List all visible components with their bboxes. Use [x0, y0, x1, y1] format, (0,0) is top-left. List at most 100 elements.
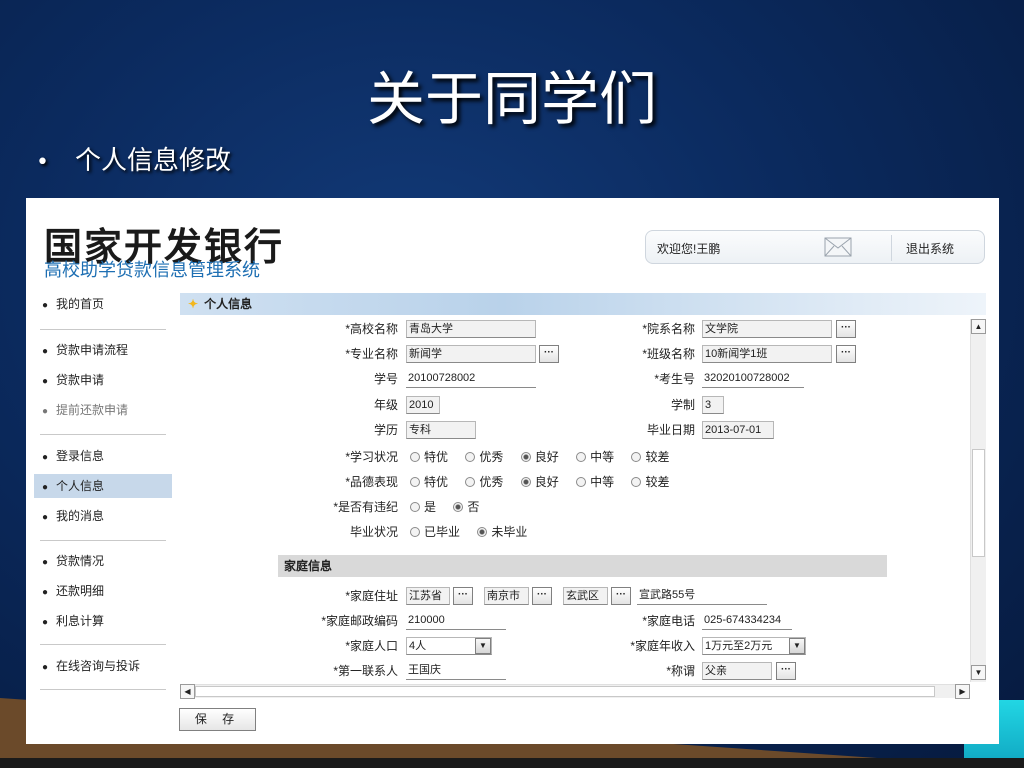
postcode-field[interactable]: 210000	[406, 612, 506, 630]
sidebar-item-label: 贷款情况	[56, 554, 105, 568]
sidebar-item-loan-process[interactable]: ● 贷款申请流程	[34, 338, 172, 362]
user-bar: 欢迎您!王鹏 退出系统	[645, 230, 985, 264]
logout-link[interactable]: 退出系统	[906, 240, 954, 257]
school-field[interactable]: 青岛大学	[406, 320, 536, 338]
scroll-thumb[interactable]	[972, 449, 985, 557]
sidebar-item-repay-detail[interactable]: ● 还款明细	[34, 579, 172, 603]
income-label: *家庭年收入	[630, 639, 695, 653]
study-status-radio-1[interactable]: 特优	[410, 448, 448, 466]
sidebar-item-personal-info[interactable]: ● 个人信息	[34, 474, 172, 498]
province-field[interactable]: 江苏省	[406, 587, 450, 605]
conduct-radio-2[interactable]: 优秀	[465, 473, 503, 491]
grad-date-label: 毕业日期	[646, 423, 695, 437]
conduct-radio-5[interactable]: 较差	[631, 473, 669, 491]
bullet-icon: ●	[42, 512, 49, 523]
major-field[interactable]: 新闻学	[406, 345, 536, 363]
personal-info-form: *高校名称 青岛大学 *院系名称 文学院 ··· *专业名称 新闻学 ··· *…	[180, 315, 972, 682]
sidebar-item-label: 个人信息	[56, 479, 105, 493]
major-select-button[interactable]: ···	[539, 345, 559, 363]
relation-select-button[interactable]: ···	[776, 662, 796, 680]
sidebar-item-label: 提前还款申请	[56, 403, 129, 417]
dept-label: *院系名称	[642, 322, 695, 336]
violation-radio-no[interactable]: 否	[453, 498, 479, 516]
class-select-button[interactable]: ···	[836, 345, 856, 363]
bullet-icon: ●	[42, 452, 49, 463]
grad-date-field[interactable]: 2013-07-01	[702, 421, 774, 439]
sidebar-item-label: 在线咨询与投诉	[56, 659, 141, 673]
radio-icon	[465, 452, 476, 462]
education-field[interactable]: 专科	[406, 421, 476, 439]
grade-field[interactable]: 2010	[406, 396, 440, 414]
class-field[interactable]: 10新闻学1班	[702, 345, 832, 363]
bullet-icon: ●	[42, 617, 49, 628]
welcome-text: 欢迎您!王鹏	[657, 242, 721, 256]
sidebar-item-interest-calc[interactable]: ● 利息计算	[34, 609, 172, 633]
chevron-down-icon[interactable]: ▼	[475, 638, 491, 654]
envelope-icon[interactable]	[824, 237, 852, 257]
horizontal-scrollbar[interactable]: ◀ ▶	[180, 684, 970, 699]
grad-radio-not-graduated[interactable]: 未毕业	[477, 523, 527, 541]
sidebar-item-label: 我的首页	[56, 297, 105, 311]
radio-icon	[410, 452, 420, 462]
conduct-radio-1[interactable]: 特优	[410, 473, 448, 491]
violation-label: *是否有违纪	[333, 500, 398, 514]
contact-field[interactable]: 王国庆	[406, 662, 506, 680]
violation-radio-yes[interactable]: 是	[410, 498, 436, 516]
radio-icon	[453, 502, 464, 512]
province-select-button[interactable]: ···	[453, 587, 473, 605]
student-no-label: 学号	[373, 372, 398, 386]
scroll-up-icon[interactable]: ▲	[971, 319, 986, 334]
class-label: *班级名称	[642, 347, 695, 361]
scroll-down-icon[interactable]: ▼	[971, 665, 986, 680]
radio-icon	[576, 477, 587, 487]
radio-icon	[576, 452, 587, 462]
star-icon: ✦	[188, 297, 199, 311]
duration-label: 学制	[670, 398, 695, 412]
save-button[interactable]: 保 存	[179, 708, 256, 731]
chevron-down-icon[interactable]: ▼	[789, 638, 805, 654]
study-status-radio-4[interactable]: 中等	[576, 448, 614, 466]
system-name: 高校助学贷款信息管理系统	[44, 260, 260, 281]
city-field[interactable]: 南京市	[484, 587, 529, 605]
sidebar-item-consult[interactable]: ● 在线咨询与投诉	[34, 654, 172, 678]
student-no-field[interactable]: 20100728002	[406, 370, 536, 388]
conduct-radio-4[interactable]: 中等	[576, 473, 614, 491]
sidebar-item-early-repay[interactable]: ● 提前还款申请	[34, 398, 172, 422]
relation-field[interactable]: 父亲	[702, 662, 772, 680]
sidebar-item-home[interactable]: ● 我的首页	[34, 292, 172, 316]
duration-field[interactable]: 3	[702, 396, 724, 414]
sidebar-item-loan-status[interactable]: ● 贷款情况	[34, 549, 172, 573]
street-field[interactable]: 宣武路55号	[637, 587, 767, 605]
dept-field[interactable]: 文学院	[702, 320, 832, 338]
sidebar-item-label: 利息计算	[56, 614, 105, 628]
district-select-button[interactable]: ···	[611, 587, 631, 605]
study-status-radios: 特优 优秀 良好 中等 较差	[410, 448, 683, 466]
dept-select-button[interactable]: ···	[836, 320, 856, 338]
bullet-dot: •	[36, 150, 49, 175]
study-status-radio-5[interactable]: 较差	[631, 448, 669, 466]
exam-no-field[interactable]: 32020100728002	[702, 370, 804, 388]
contact-label: *第一联系人	[333, 664, 398, 678]
vertical-scrollbar[interactable]: ▲ ▼	[970, 319, 986, 682]
sidebar-item-messages[interactable]: ● 我的消息	[34, 504, 172, 528]
study-status-radio-2[interactable]: 优秀	[465, 448, 503, 466]
bullet-icon: ●	[42, 482, 49, 493]
scroll-thumb[interactable]	[195, 686, 935, 697]
grad-radio-graduated[interactable]: 已毕业	[410, 523, 460, 541]
scroll-right-icon[interactable]: ▶	[955, 684, 970, 699]
phone-field[interactable]: 025-674334234	[702, 612, 792, 630]
divider	[40, 644, 166, 645]
sidebar-item-loan-apply[interactable]: ● 贷款申请	[34, 368, 172, 392]
scroll-left-icon[interactable]: ◀	[180, 684, 195, 699]
district-field[interactable]: 玄武区	[563, 587, 608, 605]
education-label: 学历	[373, 423, 398, 437]
city-select-button[interactable]: ···	[532, 587, 552, 605]
bullet-icon: ●	[42, 376, 49, 387]
sidebar-item-label: 贷款申请流程	[56, 343, 129, 357]
divider	[40, 540, 166, 541]
study-status-radio-3[interactable]: 良好	[520, 448, 559, 466]
major-label: *专业名称	[345, 347, 398, 361]
sidebar-item-login-info[interactable]: ● 登录信息	[34, 444, 172, 468]
conduct-radio-3[interactable]: 良好	[520, 473, 559, 491]
phone-label: *家庭电话	[642, 614, 695, 628]
